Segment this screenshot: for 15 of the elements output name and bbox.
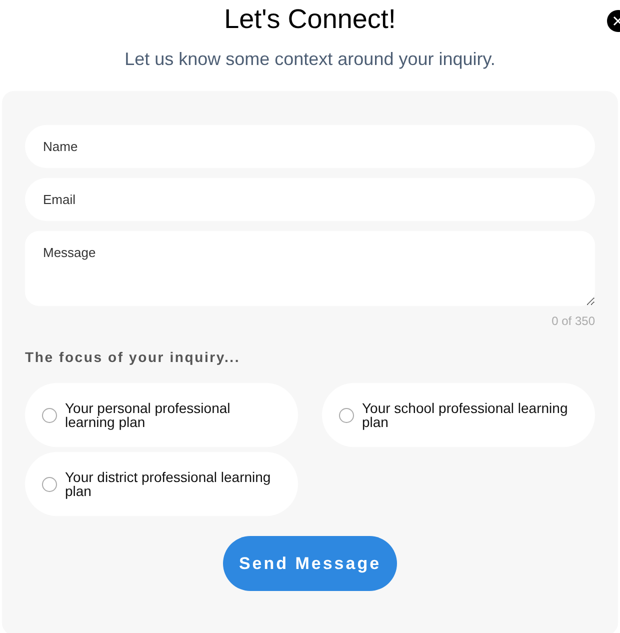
option-label: Your personal professional learning plan [65,401,232,429]
option-label: Your school professional learning plan [362,401,569,429]
character-counter: 0 of 350 [550,314,595,328]
dialog-subtitle: Let us know some context around your inquiry. [124,48,496,70]
option-label: Your district professional learning plan [65,470,272,498]
text-input[interactable]: Email [25,178,595,221]
section-label: The focus of your inquiry... [25,349,242,365]
message-input[interactable]: Message [25,231,595,306]
text-input[interactable]: Name [25,125,595,168]
radio-option[interactable]: Your district professional learning plan [25,452,298,516]
close-icon [613,16,620,26]
radio-option[interactable]: Your school professional learning plan [322,383,595,447]
radio-option[interactable]: Your personal professional learning plan [25,383,298,447]
send-button[interactable]: Send Message [223,536,397,591]
dialog-title: Let's Connect! [224,3,396,35]
